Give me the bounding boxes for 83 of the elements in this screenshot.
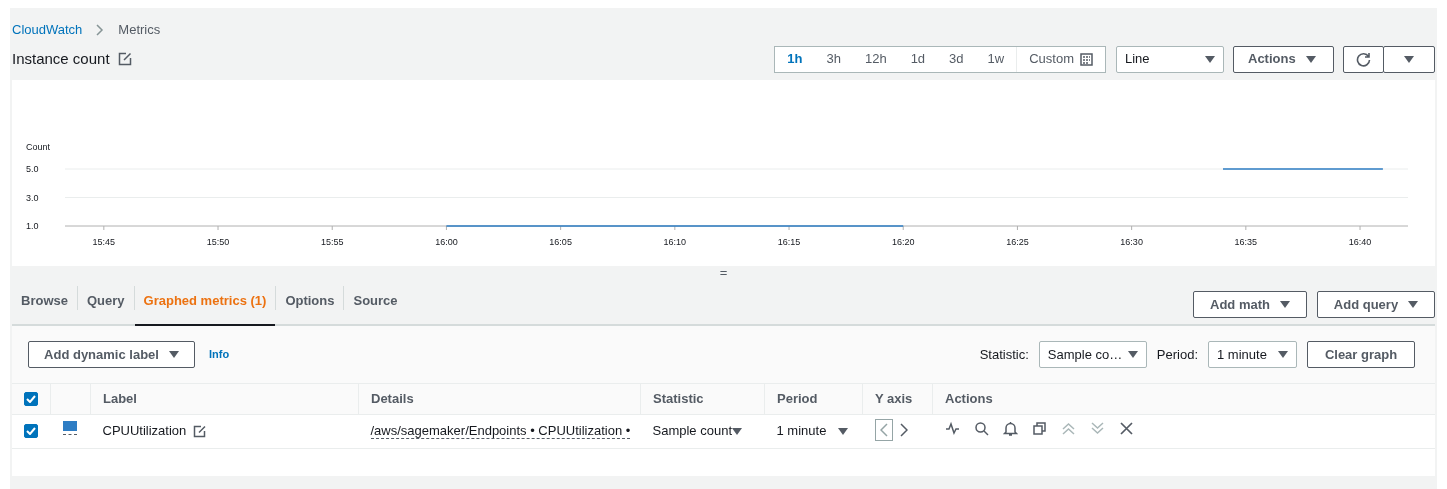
x-tick-label: 16:30: [1120, 237, 1143, 247]
add-query-button[interactable]: Add query: [1317, 291, 1435, 318]
period-select[interactable]: 1 minute: [1208, 341, 1297, 368]
caret-icon: [1279, 301, 1290, 308]
tab[interactable]: Source: [344, 280, 407, 324]
caret-icon: [838, 427, 849, 435]
x-tick-label: 16:35: [1234, 237, 1258, 247]
x-tick-label: 16:25: [1006, 237, 1029, 247]
custom-button[interactable]: Custom: [1016, 46, 1105, 72]
axis-title: Count: [26, 142, 51, 152]
actions-button[interactable]: Actions: [1233, 45, 1334, 73]
x-tick-label: 15:55: [320, 237, 344, 247]
edit-icon: [117, 52, 132, 66]
period-select[interactable]: 1 minute: [776, 421, 849, 441]
statistic-select[interactable]: Sample co…: [1038, 341, 1147, 368]
caret-icon: [1205, 55, 1215, 63]
breadcrumb-item: Metrics: [118, 20, 161, 39]
x-tick-label: 16:15: [777, 237, 801, 247]
column-header: Actions: [932, 384, 1435, 414]
breadcrumb-link[interactable]: CloudWatch: [12, 19, 83, 40]
x-tick-label: 16:00: [435, 237, 458, 247]
time-range-button[interactable]: 1w: [975, 46, 1017, 72]
x-tick-label: 15:45: [92, 237, 116, 247]
select-value: 1 minute: [1217, 345, 1267, 364]
chevron-right-icon: [96, 23, 105, 36]
time-range-button[interactable]: 12h: [852, 46, 899, 72]
column-header: Statistic: [640, 384, 765, 414]
caret-icon: [168, 351, 179, 358]
metric-details: /aws/sagemaker/Endpoints • CPUUtilization •: [370, 423, 631, 440]
y-tick-label: 3.0: [26, 192, 39, 203]
x-tick-label: 16:05: [549, 237, 572, 247]
column-header: Label: [90, 384, 359, 414]
page-title: Instance count: [12, 48, 110, 69]
tab[interactable]: Query: [77, 280, 134, 324]
bell-icon[interactable]: [1002, 420, 1018, 436]
clear-graph-button[interactable]: Clear graph: [1307, 341, 1415, 368]
column-header: Details: [358, 384, 641, 414]
period-label: Period:: [1156, 345, 1198, 364]
chart-type-select[interactable]: Line: [1116, 45, 1224, 73]
caret-icon: [1278, 351, 1288, 358]
refresh-button[interactable]: [1343, 45, 1384, 73]
copy-icon[interactable]: [1031, 420, 1047, 436]
caret-icon: [1127, 351, 1138, 358]
checkmark-icon: [26, 427, 36, 436]
statistic-label: Statistic:: [979, 345, 1029, 364]
add-dynamic-label-button[interactable]: Add dynamic label: [28, 341, 195, 368]
chevron-left-icon: [879, 423, 888, 438]
time-range-button[interactable]: 3d: [937, 46, 976, 72]
select-value: Line: [1125, 50, 1150, 69]
column-header: Y axis: [862, 384, 933, 414]
add-math-button[interactable]: Add math: [1193, 291, 1307, 318]
refresh-icon: [1356, 51, 1371, 67]
checkmark-icon: [26, 395, 36, 403]
x-tick-label: 16:20: [891, 237, 915, 247]
y-tick-label: 1.0: [26, 221, 39, 231]
info-link[interactable]: Info: [209, 346, 230, 363]
search-icon[interactable]: [973, 420, 989, 436]
column-header: Period: [764, 384, 863, 414]
resize-handle[interactable]: =: [719, 265, 728, 280]
x-tick-label: 15:50: [206, 237, 230, 247]
x-tick-label: 16:40: [1348, 237, 1372, 247]
caret-icon: [1305, 55, 1316, 63]
time-range-button[interactable]: 1d: [898, 46, 938, 72]
statistic-select[interactable]: Sample count: [652, 421, 742, 441]
pulse-icon[interactable]: [944, 420, 960, 436]
time-range-button[interactable]: 1h: [775, 46, 815, 72]
metric-label: CPUUtilization: [102, 423, 187, 439]
caret-icon: [1404, 55, 1414, 63]
checkbox[interactable]: [24, 392, 38, 406]
dropdown-button[interactable]: [1383, 45, 1435, 73]
chevron-right-icon: [899, 423, 908, 438]
x-tick-label: 16:10: [663, 237, 687, 247]
calendar-icon: [1080, 52, 1093, 66]
close-icon[interactable]: [1118, 420, 1134, 436]
edit-icon: [193, 425, 207, 439]
tab[interactable]: Options: [276, 280, 344, 324]
tab[interactable]: Browse: [12, 280, 77, 324]
caret-icon: [1408, 301, 1419, 308]
y-tick-label: 5.0: [26, 164, 39, 174]
time-range-button[interactable]: 3h: [814, 46, 853, 72]
select-value: Sample co…: [1047, 345, 1123, 364]
caret-icon: [732, 427, 742, 435]
checkbox[interactable]: [24, 424, 38, 439]
